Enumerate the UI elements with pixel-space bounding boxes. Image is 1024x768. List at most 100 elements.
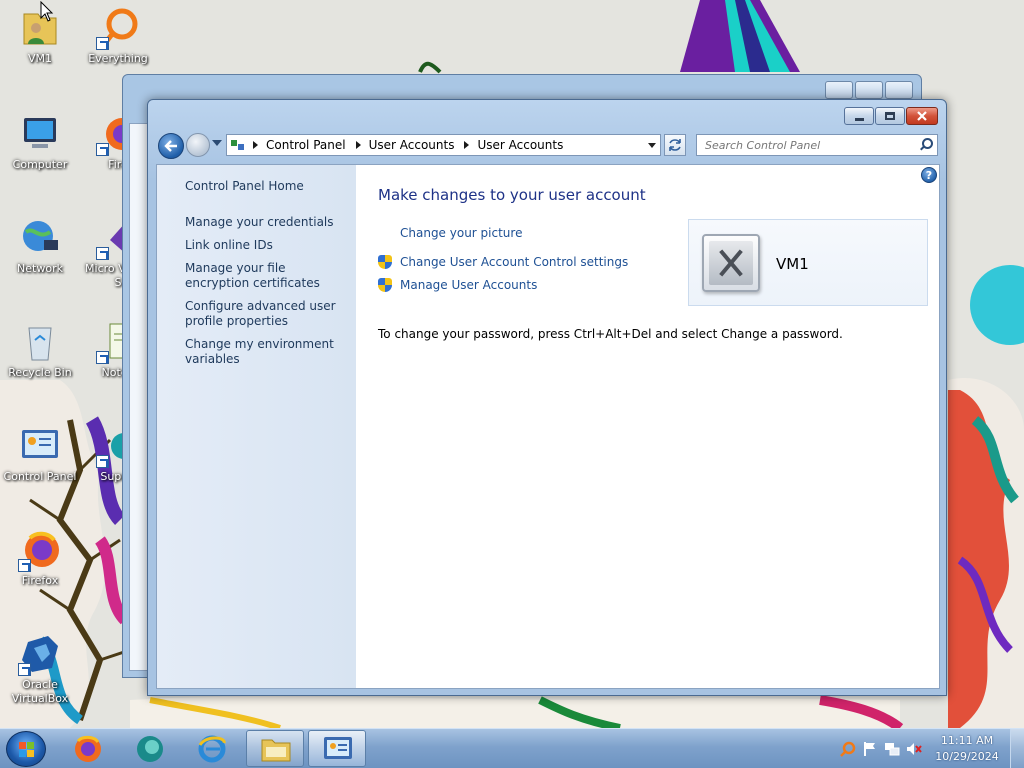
control-panel-window[interactable]: Control Panel User Accounts User Account…	[147, 99, 947, 696]
search-input[interactable]	[705, 138, 917, 152]
desktop-icon-everything[interactable]: Everything	[80, 6, 156, 66]
app-taskbar-icon[interactable]	[134, 733, 166, 765]
show-desktop-button[interactable]	[1010, 729, 1024, 768]
refresh-icon	[669, 139, 681, 151]
desktop-icon-label: Recycle Bin	[8, 366, 72, 379]
close-button[interactable]	[906, 107, 938, 125]
uac-shield-icon	[378, 278, 392, 293]
shortcut-arrow-icon	[18, 559, 31, 572]
breadcrumb-separator-icon[interactable]	[253, 141, 258, 149]
refresh-button[interactable]	[664, 134, 686, 156]
desktop-icon-virtualbox[interactable]: Oracle VirtualBox	[2, 632, 78, 706]
close-icon	[917, 111, 927, 121]
desktop-icon-label: Firefox	[21, 574, 59, 587]
volume-muted-icon[interactable]	[906, 741, 922, 757]
breadcrumb-user-accounts[interactable]: User Accounts	[369, 138, 455, 152]
folder-icon	[261, 739, 291, 762]
user-picture-avatar[interactable]	[702, 234, 760, 292]
everything-search-icon	[96, 6, 140, 50]
link-online-ids-link[interactable]: Link online IDs	[185, 238, 343, 253]
advanced-profile-properties-link[interactable]: Configure advanced user profile properti…	[185, 299, 343, 329]
control-panel-icon	[324, 737, 352, 759]
windows-logo-icon	[19, 742, 34, 757]
desktop-icon-label: Network	[17, 262, 63, 275]
tasks-pane: Control Panel Home Manage your credentia…	[157, 165, 356, 688]
search-icon[interactable]	[917, 136, 935, 154]
desktop-icon-recycle-bin[interactable]: Recycle Bin	[2, 320, 78, 380]
control-panel-small-icon	[231, 138, 245, 152]
desktop-icon-label: Control Panel	[3, 470, 77, 483]
back-arrow-icon	[164, 140, 177, 152]
control-panel-icon	[18, 424, 62, 468]
page-title: Make changes to your user account	[378, 186, 646, 204]
search-box[interactable]	[696, 134, 938, 156]
network-icon	[18, 216, 62, 260]
network-tray-icon[interactable]	[884, 741, 900, 757]
address-bar[interactable]: Control Panel User Accounts User Account…	[226, 134, 661, 156]
firefox-icon	[18, 528, 62, 572]
recycle-bin-icon	[18, 320, 62, 364]
background-maximize-button[interactable]	[855, 81, 883, 99]
firefox-taskbar-icon[interactable]	[72, 733, 104, 765]
breadcrumb-separator-icon[interactable]	[464, 141, 470, 149]
desktop-icon-computer[interactable]: Computer	[2, 112, 78, 172]
desktop-icon-firefox[interactable]: Firefox	[2, 528, 78, 588]
file-encryption-certificates-link[interactable]: Manage your file encryption certificates	[185, 261, 343, 291]
maximize-icon	[885, 112, 895, 120]
background-close-button[interactable]	[885, 81, 913, 99]
taskbar: 11:11 AM 10/29/2024	[0, 728, 1024, 768]
clock-time: 11:11 AM	[940, 734, 994, 747]
main-pane: ? Make changes to your user account Chan…	[356, 165, 939, 688]
environment-variables-link[interactable]: Change my environment variables	[185, 337, 343, 367]
minimize-button[interactable]	[844, 107, 874, 125]
breadcrumb-user-accounts-current[interactable]: User Accounts	[477, 138, 563, 152]
desktop-icon-label: Computer	[12, 158, 68, 171]
shortcut-arrow-icon	[96, 351, 109, 364]
clock[interactable]: 11:11 AM 10/29/2024	[932, 733, 1002, 765]
uac-settings-link[interactable]: Change User Account Control settings	[400, 255, 628, 269]
forward-button[interactable]	[186, 133, 210, 157]
breadcrumb-control-panel[interactable]: Control Panel	[266, 138, 346, 152]
start-button[interactable]	[6, 731, 46, 767]
change-picture-link[interactable]: Change your picture	[400, 226, 522, 240]
control-panel-home-link[interactable]: Control Panel Home	[185, 179, 356, 194]
recent-pages-dropdown[interactable]	[212, 140, 222, 146]
desktop-icon-label: Oracle VirtualBox	[11, 678, 69, 705]
window-content: Control Panel Home Manage your credentia…	[156, 164, 940, 689]
mouse-cursor-icon	[40, 1, 54, 22]
manage-user-accounts-link[interactable]: Manage User Accounts	[400, 278, 537, 292]
desktop-icon-label: VM1	[27, 52, 52, 65]
address-history-dropdown-icon[interactable]	[648, 142, 656, 148]
window-caption-buttons	[844, 107, 938, 125]
uac-shield-icon	[378, 255, 392, 270]
breadcrumb-separator-icon[interactable]	[355, 141, 361, 149]
maximize-button[interactable]	[875, 107, 905, 125]
shortcut-arrow-icon	[96, 143, 109, 156]
back-button[interactable]	[158, 133, 184, 159]
system-tray: 11:11 AM 10/29/2024	[834, 729, 1024, 768]
user-account-card: VM1	[688, 219, 928, 306]
password-change-note: To change your password, press Ctrl+Alt+…	[378, 327, 843, 341]
explorer-taskbar-button[interactable]	[246, 730, 304, 767]
desktop-icon-network[interactable]: Network	[2, 216, 78, 276]
desktop-icon-control-panel[interactable]: Control Panel	[2, 424, 78, 484]
search-tray-icon[interactable]	[840, 741, 856, 757]
clock-date: 10/29/2024	[935, 750, 999, 763]
virtualbox-icon	[18, 632, 62, 676]
help-icon[interactable]: ?	[921, 167, 937, 183]
shortcut-arrow-icon	[96, 247, 109, 260]
shortcut-arrow-icon	[96, 455, 109, 468]
desktop-icon-label: Everything	[88, 52, 148, 65]
computer-icon	[18, 112, 62, 156]
internet-explorer-icon[interactable]	[196, 733, 228, 765]
action-center-flag-icon[interactable]	[862, 741, 878, 757]
user-name: VM1	[776, 255, 809, 273]
shortcut-arrow-icon	[18, 663, 31, 676]
control-panel-taskbar-button[interactable]	[308, 730, 366, 767]
background-minimize-button[interactable]	[825, 81, 853, 99]
background-window-caption-buttons	[825, 81, 913, 99]
navigation-bar: Control Panel User Accounts User Account…	[156, 133, 938, 159]
tools-picture-icon	[709, 241, 753, 285]
shortcut-arrow-icon	[96, 37, 109, 50]
manage-credentials-link[interactable]: Manage your credentials	[185, 215, 343, 230]
